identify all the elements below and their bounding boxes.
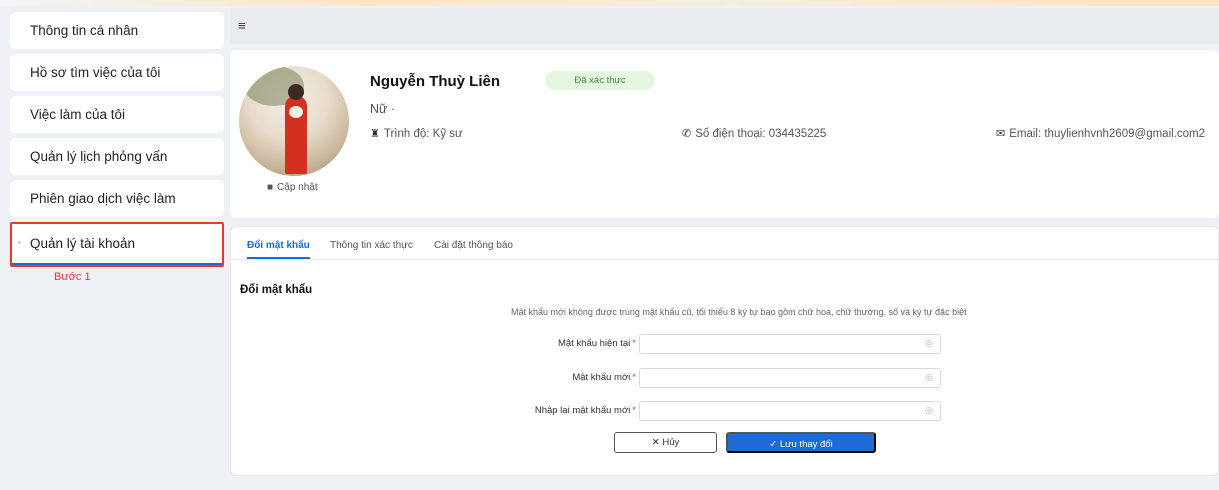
eye-off-icon[interactable]: ◎: [925, 372, 933, 383]
camera-icon: ■: [267, 182, 274, 193]
sidebar-item-label: Việc làm của tôi: [30, 107, 126, 122]
sidebar-item-label: Hồ sơ tìm việc của tôi: [30, 65, 161, 80]
profile-level: ♜ Trình độ: Kỹ sư: [370, 127, 463, 141]
eye-off-icon[interactable]: ◎: [925, 405, 933, 416]
settings-tabs: Đổi mật khẩu Thông tin xác thực Cài đặt …: [231, 227, 1218, 260]
new-password-label: Mật khẩu mới *: [572, 372, 636, 383]
new-password-row: Mật khẩu mới * ◎: [231, 368, 1218, 388]
current-password-label: Mật khẩu hiện tại *: [558, 338, 636, 349]
sidebar-item-label: Thông tin cá nhân: [30, 23, 139, 38]
active-tab-indicator: [247, 257, 310, 259]
avatar-figure-bouquet: [289, 106, 303, 118]
required-marker: *: [632, 338, 636, 349]
sidebar-item-label: Quản lý tài khoản: [30, 236, 136, 251]
cancel-button[interactable]: ✕ Hủy: [614, 432, 717, 453]
bullet-icon: [18, 241, 21, 244]
avatar-figure-head: [288, 84, 304, 100]
tab-verification-info[interactable]: Thông tin xác thực: [330, 240, 413, 251]
current-password-row: Mật khẩu hiện tại * ◎: [231, 334, 1218, 354]
hamburger-icon[interactable]: ≡: [238, 18, 246, 33]
confirm-password-input[interactable]: [639, 401, 941, 421]
profile-email: ✉ Email: thuylienhvnh2609@gmail.com2: [996, 127, 1205, 141]
current-password-label-text: Mật khẩu hiện tại: [557, 338, 631, 349]
required-marker: *: [632, 405, 636, 416]
confirm-password-row: Nhập lại mật khẩu mới * ◎: [231, 401, 1218, 421]
sidebar-item-interview-schedule[interactable]: Quản lý lịch phỏng vấn: [10, 138, 224, 175]
current-password-input[interactable]: [639, 334, 941, 354]
envelope-icon: ✉: [996, 128, 1006, 140]
sidebar-item-account-management[interactable]: Quản lý tài khoản: [10, 222, 224, 267]
profile-phone-text: Số điện thoại: 034435225: [695, 127, 827, 140]
top-decor-strip: [0, 0, 1219, 6]
eye-off-icon[interactable]: ◎: [925, 338, 933, 349]
sidebar-item-personal-info[interactable]: Thông tin cá nhân: [10, 12, 224, 49]
profile-card: ■ Cập nhật Nguyễn Thuỳ Liên Đã xác thực …: [230, 50, 1219, 218]
profile-email-text: Email: thuylienhvnh2609@gmail.com2: [1009, 127, 1205, 140]
sidebar-item-job-profiles[interactable]: Hồ sơ tìm việc của tôi: [10, 54, 224, 91]
required-marker: *: [632, 372, 636, 383]
tab-notification-settings[interactable]: Cài đặt thông báo: [434, 240, 513, 251]
update-avatar-button[interactable]: ■ Cập nhật: [267, 182, 318, 193]
account-settings-card: Đổi mật khẩu Thông tin xác thực Cài đặt …: [230, 226, 1219, 476]
avatar: [239, 66, 349, 176]
sidebar-item-label: Quản lý lịch phỏng vấn: [30, 149, 168, 164]
top-bar: ≡: [230, 8, 1219, 44]
new-password-input[interactable]: [639, 368, 941, 388]
sidebar-item-my-jobs[interactable]: Việc làm của tôi: [10, 96, 224, 133]
confirm-password-label: Nhập lại mật khẩu mới *: [535, 405, 636, 416]
save-changes-button[interactable]: ✓ Lưu thay đổi: [726, 432, 876, 453]
phone-icon: ✆: [682, 128, 692, 140]
password-hint: Mật khẩu mới không được trùng mật khẩu c…: [511, 307, 967, 317]
profile-name: Nguyễn Thuỳ Liên: [370, 73, 501, 90]
sidebar-item-label: Phiên giao dịch việc làm: [30, 191, 176, 206]
profile-gender: Nữ ·: [370, 102, 396, 116]
new-password-label-text: Mật khẩu mới: [572, 372, 631, 383]
tab-change-password[interactable]: Đổi mật khẩu: [247, 240, 310, 251]
update-avatar-label: Cập nhật: [277, 182, 318, 193]
sidebar-item-job-fair[interactable]: Phiên giao dịch việc làm: [10, 180, 224, 217]
profile-phone: ✆ Số điện thoại: 034435225: [682, 127, 827, 141]
step-annotation: Bước 1: [54, 271, 91, 283]
sidebar-nav: Thông tin cá nhân Hồ sơ tìm việc của tôi…: [10, 12, 224, 272]
section-title: Đổi mật khẩu: [240, 284, 313, 296]
confirm-password-label-text: Nhập lại mật khẩu mới: [534, 405, 631, 416]
profile-level-text: Trình độ: Kỹ sư: [383, 127, 463, 140]
graduation-icon: ♜: [370, 128, 380, 140]
verified-badge: Đã xác thực: [545, 71, 655, 90]
